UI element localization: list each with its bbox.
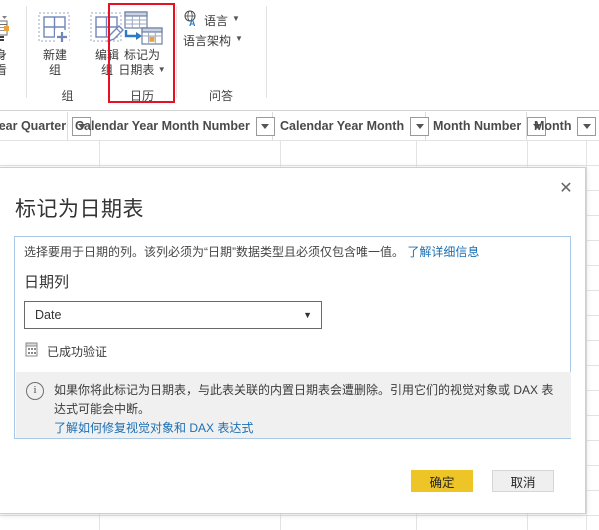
date-table-icon bbox=[24, 341, 39, 361]
column-header-label: Month bbox=[534, 119, 572, 133]
column-header-strip: ar Year Quarter Calendar Year Month Numb… bbox=[0, 112, 599, 140]
chevron-down-icon[interactable]: ▼ bbox=[235, 34, 243, 43]
mark-as-date-table-label-line2-text: 日期表 bbox=[118, 63, 155, 77]
mark-as-date-table-dialog: ✕ 标记为日期表 选择要用于日期的列。该列必须为“日期”数据类型且必须仅包含唯一… bbox=[0, 167, 586, 514]
mark-as-date-table-label-line2: 日期表 ▼ bbox=[116, 63, 168, 79]
language-label: 语言 bbox=[204, 13, 229, 28]
column-header-label: Calendar Year Month Number bbox=[75, 119, 250, 133]
validation-status-text: 已成功验证 bbox=[47, 344, 108, 359]
info-icon: i bbox=[26, 382, 44, 400]
mark-as-date-table-icon bbox=[116, 8, 168, 48]
table-view-icon bbox=[0, 8, 24, 48]
linguistic-schema-button[interactable]: 语言架构 ▼ bbox=[183, 32, 243, 49]
ribbon-separator bbox=[266, 6, 267, 98]
date-column-select-value: Date bbox=[35, 308, 62, 322]
mark-as-date-table-label-line1: 标记为 bbox=[123, 48, 160, 62]
ok-button[interactable]: 确定 bbox=[411, 470, 473, 492]
ribbon-cut-off-button[interactable]: 身 看 bbox=[0, 8, 24, 78]
chevron-down-icon: ▼ bbox=[303, 310, 312, 320]
dialog-description-text: 选择要用于日期的列。该列必须为“日期”数据类型且必须仅包含唯一值。 bbox=[24, 245, 404, 259]
learn-more-link[interactable]: 了解详细信息 bbox=[407, 245, 479, 259]
grid-line bbox=[586, 140, 587, 530]
column-header-label: ar Year Quarter bbox=[0, 119, 67, 133]
column-header-label: Calendar Year Month bbox=[280, 119, 405, 133]
column-header-month[interactable]: Month bbox=[528, 112, 599, 140]
ribbon-cut-off-button-line2: 看 bbox=[0, 63, 7, 77]
svg-text:A: A bbox=[189, 18, 196, 27]
chevron-down-icon[interactable]: ▼ bbox=[232, 14, 240, 23]
fix-visuals-dax-link[interactable]: 了解如何修复视觉对象和 DAX 表达式 bbox=[54, 419, 559, 438]
ribbon-group-label-qna: 问答 bbox=[208, 89, 233, 103]
column-header-calendar-year-month[interactable]: Calendar Year Month bbox=[274, 112, 430, 140]
warning-text-block: 如果你将此标记为日期表，与此表关联的内置日期表会遭删除。引用它们的视觉对象或 D… bbox=[54, 381, 559, 438]
warning-banner: i 如果你将此标记为日期表，与此表关联的内置日期表会遭删除。引用它们的视觉对象或… bbox=[16, 372, 571, 438]
chevron-down-icon[interactable]: ▼ bbox=[158, 62, 166, 77]
ribbon-group-calendar: 标记为 日期表 ▼ 日历 bbox=[110, 0, 174, 110]
ribbon: 身 看 新建 组 编辑 组 组 标记为 日期表 ▼ 日历 A 语言 ▼ 语言架构… bbox=[0, 0, 599, 111]
date-column-select[interactable]: Date ▼ bbox=[24, 301, 322, 329]
column-header-label: Month Number bbox=[433, 119, 522, 133]
dialog-body-panel: 选择要用于日期的列。该列必须为“日期”数据类型且必须仅包含唯一值。 了解详细信息… bbox=[14, 236, 571, 439]
new-group-label-line1: 新建 bbox=[42, 48, 67, 62]
ribbon-group-group: 新建 组 编辑 组 组 bbox=[27, 0, 124, 110]
ribbon-group-label-group: 组 bbox=[61, 89, 74, 103]
dialog-title: 标记为日期表 bbox=[15, 198, 144, 221]
cancel-button[interactable]: 取消 bbox=[492, 470, 554, 492]
date-column-label: 日期列 bbox=[24, 274, 70, 291]
globe-language-icon: A bbox=[183, 10, 200, 30]
language-button[interactable]: A 语言 ▼ bbox=[183, 10, 240, 30]
filter-dropdown-icon[interactable] bbox=[577, 116, 597, 136]
dialog-description: 选择要用于日期的列。该列必须为“日期”数据类型且必须仅包含唯一值。 了解详细信息 bbox=[24, 243, 479, 261]
new-group-label-line2: 组 bbox=[48, 63, 61, 77]
ribbon-group-qna: A 语言 ▼ 语言架构 ▼ 问答 bbox=[177, 0, 265, 110]
new-group-icon bbox=[29, 8, 81, 48]
new-group-button[interactable]: 新建 组 bbox=[29, 8, 81, 78]
filter-dropdown-icon[interactable] bbox=[255, 116, 275, 136]
grid-line bbox=[0, 515, 599, 516]
ribbon-group-label-calendar: 日历 bbox=[129, 89, 154, 103]
close-icon[interactable]: ✕ bbox=[553, 174, 579, 200]
linguistic-schema-label: 语言架构 bbox=[183, 34, 232, 48]
grid-line bbox=[0, 165, 599, 166]
ribbon-cut-off-button-line1: 身 bbox=[0, 48, 7, 62]
validation-status: 已成功验证 bbox=[24, 341, 107, 361]
column-header-calendar-year-month-number[interactable]: Calendar Year Month Number bbox=[69, 112, 275, 140]
column-header-month-number[interactable]: Month Number bbox=[427, 112, 547, 140]
warning-text: 如果你将此标记为日期表，与此表关联的内置日期表会遭删除。引用它们的视觉对象或 D… bbox=[54, 383, 554, 416]
mark-as-date-table-button[interactable]: 标记为 日期表 ▼ bbox=[116, 8, 168, 79]
column-header-calendar-year-quarter[interactable]: ar Year Quarter bbox=[0, 112, 92, 140]
grid-line bbox=[0, 140, 599, 141]
